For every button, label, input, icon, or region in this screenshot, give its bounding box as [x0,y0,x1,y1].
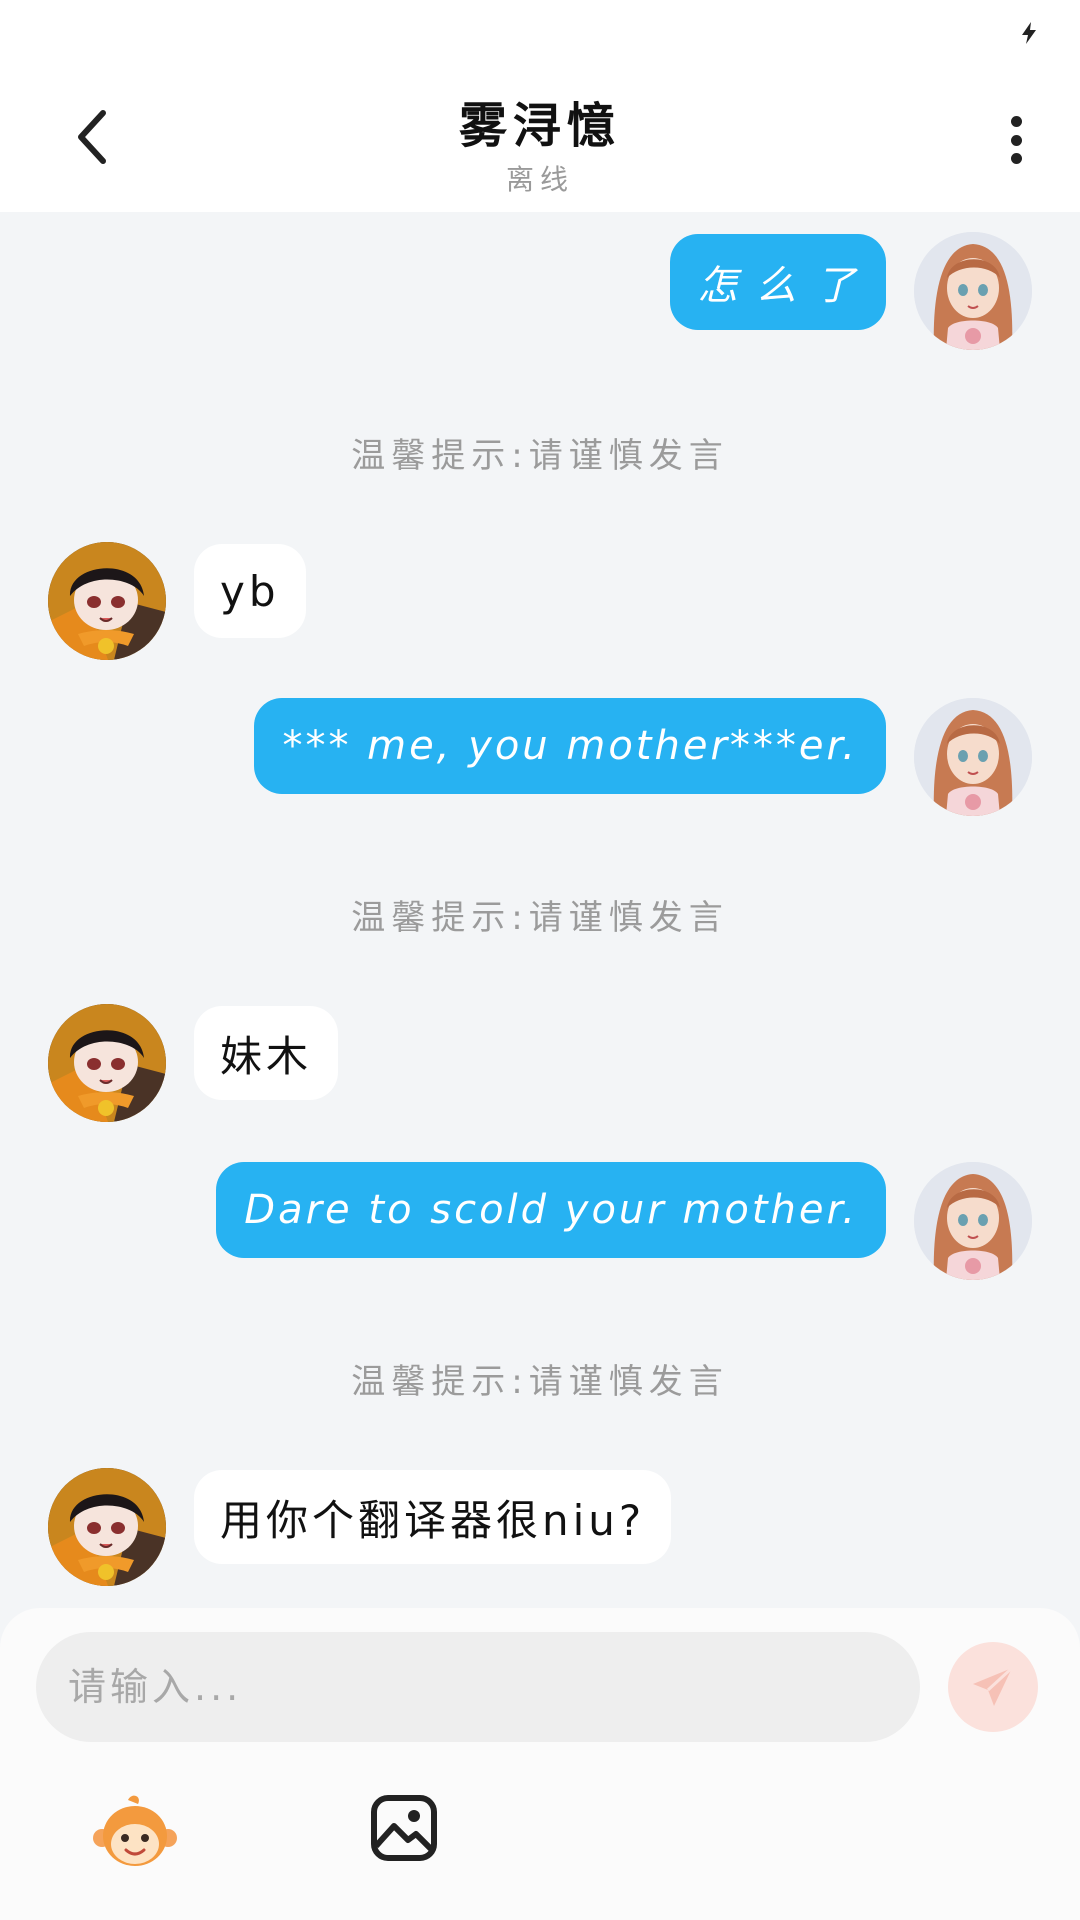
outgoing-message-bubble[interactable]: 怎 么 了 [669,234,886,330]
image-icon [371,1795,437,1861]
girl-avatar-icon [914,698,1032,816]
message-composer [0,1608,1080,1920]
warning-tip: 温馨提示:请谨慎发言 [351,1362,729,1402]
my-avatar[interactable] [914,698,1032,816]
anime-boy-avatar-icon [48,1468,166,1586]
peer-avatar[interactable] [48,1468,166,1586]
more-dot-icon [1010,116,1022,127]
my-avatar[interactable] [914,232,1032,350]
my-avatar[interactable] [914,1162,1032,1280]
message-row-outgoing: 怎 么 了 [0,232,1080,356]
message-row-incoming: yb [0,542,1080,666]
monkey-emoji-icon [93,1795,177,1866]
outgoing-message-bubble[interactable]: Dare to scold your mother. [216,1162,886,1258]
message-row-outgoing: Dare to scold your mother. [0,1162,1080,1286]
incoming-message-bubble[interactable]: 妹木 [194,1006,339,1100]
more-dot-icon [1010,134,1022,146]
incoming-message-bubble[interactable]: yb [194,544,306,638]
girl-avatar-icon [914,1162,1032,1280]
message-input[interactable] [36,1632,920,1742]
emoji-button[interactable] [92,1794,178,1870]
anime-boy-avatar-icon [48,1004,166,1122]
charging-icon [1022,22,1036,44]
warning-tip: 温馨提示:请谨慎发言 [351,898,729,938]
more-dot-icon [1010,153,1022,164]
outgoing-message-bubble[interactable]: *** me, you mother***er. [254,698,886,794]
peer-avatar[interactable] [48,542,166,660]
incoming-message-bubble[interactable]: 用你个翻译器很niu? [194,1470,672,1564]
contact-status: 离线 [505,163,574,196]
status-bar [0,0,1080,66]
girl-avatar-icon [914,232,1032,350]
peer-avatar[interactable] [48,1004,166,1122]
send-button[interactable] [948,1642,1038,1732]
message-row-outgoing: *** me, you mother***er. [0,698,1080,822]
paper-plane-icon [973,1666,1014,1706]
chat-screen: 雾浔憶 离线 怎 么 了 温馨提示:请谨慎发言 yb *** me, you m… [0,0,1080,1920]
message-row-incoming: 妹木 [0,1004,1080,1128]
warning-tip: 温馨提示:请谨慎发言 [351,436,729,476]
contact-name: 雾浔憶 [458,98,621,154]
more-options-button[interactable] [992,108,1040,172]
chat-header: 雾浔憶 离线 [0,66,1080,212]
image-button[interactable] [370,1794,438,1862]
message-row-incoming: 用你个翻译器很niu? [0,1468,1080,1592]
anime-boy-avatar-icon [48,542,166,660]
